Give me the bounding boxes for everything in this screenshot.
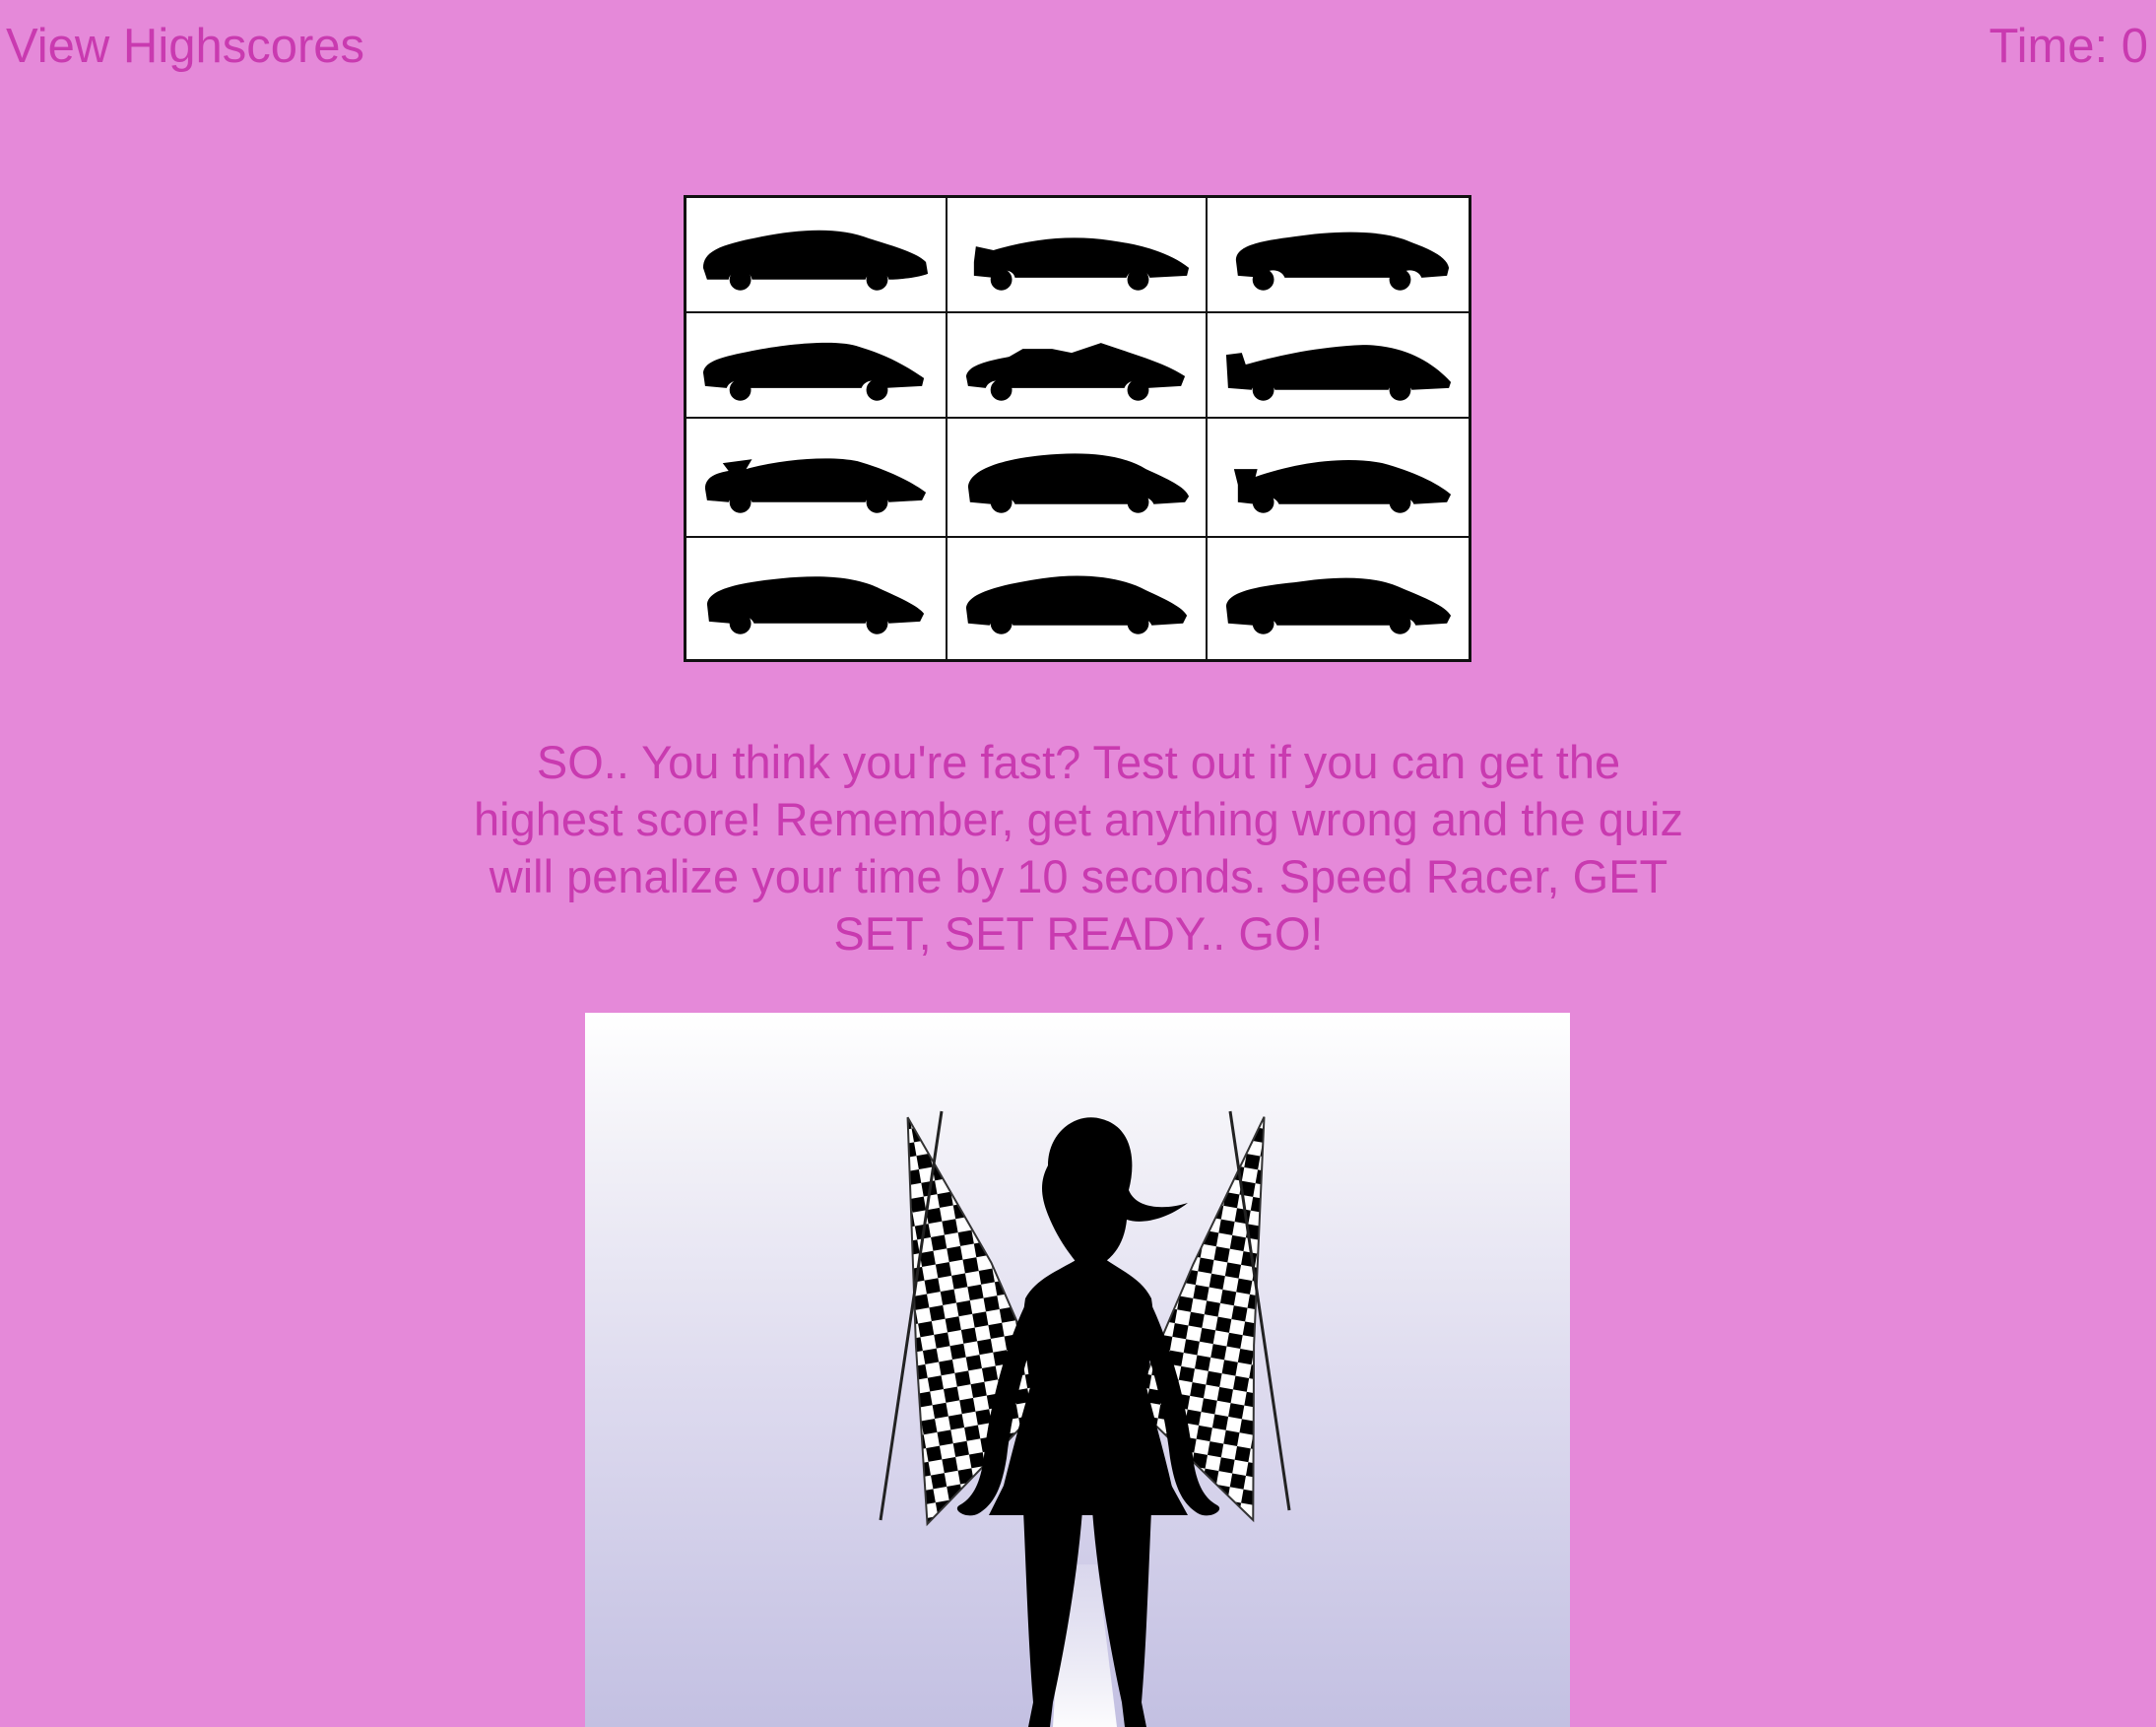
car-silhouette-grid xyxy=(684,195,1471,662)
view-highscores-link[interactable]: View Highscores xyxy=(6,18,364,75)
car-silhouette-icon xyxy=(703,230,929,291)
car-cell xyxy=(1208,538,1469,659)
car-cell xyxy=(686,313,947,419)
car-cell xyxy=(686,538,947,659)
car-cell xyxy=(947,313,1209,419)
car-silhouette-icon xyxy=(1225,577,1451,634)
car-silhouette-icon xyxy=(965,342,1186,401)
car-cell xyxy=(947,419,1209,538)
race-girl-checkered-flags-icon xyxy=(879,1110,1291,1727)
car-cell xyxy=(686,419,947,538)
car-silhouette-icon xyxy=(705,457,927,513)
car-silhouette-icon xyxy=(973,236,1190,291)
car-cell xyxy=(1208,198,1469,313)
car-silhouette-icon xyxy=(1225,344,1451,401)
car-silhouette-icon xyxy=(965,574,1188,634)
car-cell xyxy=(686,198,947,313)
car-silhouette-icon xyxy=(1233,459,1451,513)
car-cell xyxy=(947,198,1209,313)
intro-text: SO.. You think you're fast? Test out if … xyxy=(474,736,1683,960)
car-silhouette-icon xyxy=(707,575,925,634)
timer-display: Time: 0 xyxy=(1989,20,2148,73)
car-silhouette-icon xyxy=(703,342,925,401)
hero-image xyxy=(585,1013,1570,1727)
car-silhouette-icon xyxy=(967,452,1190,513)
car-silhouette-icon xyxy=(1235,232,1449,291)
car-cell xyxy=(1208,313,1469,419)
car-cell xyxy=(1208,419,1469,538)
car-cell xyxy=(947,538,1209,659)
